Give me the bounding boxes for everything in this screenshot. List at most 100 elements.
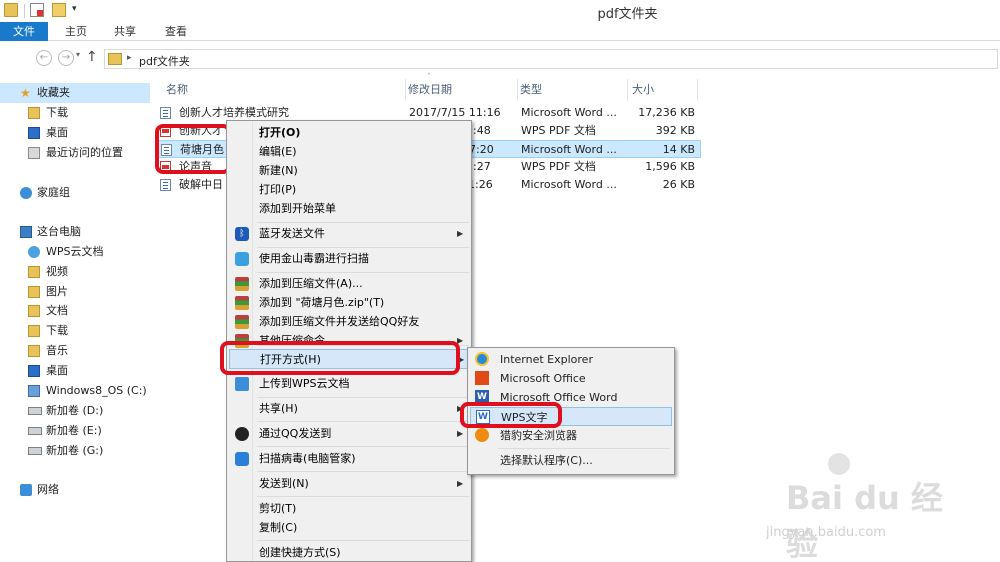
- file-size: 17,236 KB: [638, 106, 695, 119]
- title-bar: ▾ pdf文件夹: [0, 0, 1000, 22]
- tab-file[interactable]: 文件: [0, 22, 48, 41]
- menu-item-bluetooth[interactable]: ᛒ 蓝牙发送文件 ▶: [229, 224, 469, 244]
- internet-explorer-icon: [475, 352, 489, 366]
- menu-item-create-shortcut[interactable]: 创建快捷方式(S): [229, 543, 469, 562]
- nav-item-drive-g[interactable]: 新加卷 (G:): [0, 441, 150, 461]
- menu-item-zip-qq[interactable]: 添加到压缩文件并发送给QQ好友: [229, 312, 469, 332]
- archive-icon: [235, 315, 249, 329]
- nav-item-videos[interactable]: 视频: [0, 262, 150, 282]
- menu-divider: [257, 446, 469, 447]
- drive-icon: [28, 427, 42, 435]
- menu-item-add-zip[interactable]: 添加到 "荷塘月色.zip"(T): [229, 293, 469, 313]
- nav-item-downloads-pc[interactable]: 下载: [0, 321, 150, 341]
- file-date: :27: [473, 160, 491, 173]
- nav-item-music[interactable]: 音乐: [0, 341, 150, 361]
- shield-icon: [235, 452, 249, 466]
- file-size: 1,596 KB: [645, 160, 695, 173]
- nav-item-drive-e[interactable]: 新加卷 (E:): [0, 421, 150, 441]
- documents-folder-icon: [28, 305, 40, 317]
- menu-divider: [498, 448, 670, 449]
- drive-icon: [28, 407, 42, 415]
- ribbon: 文件 主页 共享 查看: [0, 22, 1000, 41]
- file-type: Microsoft Word ...: [521, 178, 617, 191]
- menu-item-open[interactable]: 打开(O): [229, 123, 469, 143]
- submenu-item-choose-default[interactable]: 选择默认程序(C)...: [470, 451, 672, 470]
- network-icon: [20, 484, 32, 496]
- forward-button[interactable]: →: [58, 50, 74, 66]
- menu-item-cut[interactable]: 剪切(T): [229, 499, 469, 519]
- menu-item-print[interactable]: 打印(P): [229, 180, 469, 200]
- baidu-paw-icon: [828, 453, 850, 475]
- column-header-date[interactable]: 修改日期: [408, 79, 518, 101]
- archive-icon: [235, 296, 249, 310]
- archive-icon: [235, 277, 249, 291]
- menu-item-edit[interactable]: 编辑(E): [229, 142, 469, 162]
- nav-item-desktop-pc[interactable]: 桌面: [0, 361, 150, 381]
- menu-divider: [257, 272, 469, 273]
- computer-icon: [20, 226, 32, 238]
- menu-item-send-to[interactable]: 发送到(N) ▶: [229, 474, 469, 494]
- up-button[interactable]: ↑: [86, 49, 98, 65]
- nav-item-desktop[interactable]: 桌面: [0, 123, 150, 143]
- tab-share[interactable]: 共享: [104, 22, 146, 41]
- pictures-folder-icon: [28, 286, 40, 298]
- nav-item-favorites[interactable]: ★ 收藏夹: [0, 83, 150, 103]
- nav-item-recent[interactable]: 最近访问的位置: [0, 143, 150, 163]
- submenu-item-office[interactable]: Microsoft Office: [470, 369, 672, 388]
- menu-divider: [257, 222, 469, 223]
- menu-item-share[interactable]: 共享(H) ▶: [229, 399, 469, 419]
- back-button[interactable]: ←: [36, 50, 52, 66]
- nav-item-pictures[interactable]: 图片: [0, 282, 150, 302]
- menu-divider: [257, 247, 469, 248]
- column-header-name[interactable]: 名称: [166, 79, 406, 101]
- nav-item-this-pc[interactable]: 这台电脑: [0, 222, 150, 242]
- file-type: Microsoft Word ...: [521, 143, 617, 156]
- watermark: Bai du 经验 jingyan.baidu.com: [758, 453, 968, 562]
- word-doc-icon: [160, 107, 171, 119]
- nav-item-drive-d[interactable]: 新加卷 (D:): [0, 401, 150, 421]
- menu-divider: [257, 540, 469, 541]
- menu-item-copy[interactable]: 复制(C): [229, 518, 469, 538]
- file-type: WPS PDF 文档: [521, 124, 596, 137]
- file-date: 7:20: [469, 143, 494, 156]
- menu-divider: [257, 471, 469, 472]
- menu-item-new[interactable]: 新建(N): [229, 161, 469, 181]
- window-title: pdf文件夹: [597, 7, 658, 22]
- menu-item-upload-wps[interactable]: 上传到WPS云文档: [229, 374, 469, 394]
- column-header-size[interactable]: 大小: [630, 79, 698, 101]
- file-type: WPS PDF 文档: [521, 160, 596, 173]
- nav-item-wps-cloud[interactable]: WPS云文档: [0, 242, 150, 262]
- videos-folder-icon: [28, 266, 40, 278]
- column-header-type[interactable]: 类型: [520, 79, 628, 101]
- recent-places-icon: [28, 147, 40, 159]
- menu-item-send-qq[interactable]: 通过QQ发送到 ▶: [229, 424, 469, 444]
- qq-icon: [235, 427, 249, 441]
- submenu-arrow-icon: ▶: [457, 229, 464, 238]
- downloads-folder-icon: [28, 107, 40, 119]
- menu-item-pin-start[interactable]: 添加到开始菜单: [229, 199, 469, 219]
- drive-icon: [28, 447, 42, 455]
- nav-item-homegroup[interactable]: 家庭组: [0, 183, 150, 203]
- submenu-item-leopard-browser[interactable]: 猎豹安全浏览器: [470, 426, 672, 445]
- menu-item-scan-virus[interactable]: 扫描病毒(电脑管家): [229, 449, 469, 469]
- breadcrumb[interactable]: pdf文件夹: [139, 53, 190, 69]
- homegroup-icon: [20, 187, 32, 199]
- menu-item-kingsoft-scan[interactable]: 使用金山毒霸进行扫描: [229, 249, 469, 269]
- file-size: 14 KB: [662, 143, 695, 156]
- annotation-highlight-open-with: [220, 341, 460, 375]
- tab-home[interactable]: 主页: [55, 22, 97, 41]
- address-field[interactable]: ▸ pdf文件夹: [104, 49, 998, 69]
- downloads-folder-icon: [28, 325, 40, 337]
- breadcrumb-chevron-icon[interactable]: ▸: [127, 53, 132, 63]
- menu-item-add-archive[interactable]: 添加到压缩文件(A)...: [229, 274, 469, 294]
- recent-locations-chevron-icon[interactable]: ▾: [76, 50, 80, 59]
- submenu-arrow-icon: ▶: [457, 429, 464, 438]
- watermark-brand: Bai du 经验: [786, 479, 943, 562]
- nav-item-downloads[interactable]: 下载: [0, 103, 150, 123]
- nav-item-network[interactable]: 网络: [0, 480, 150, 500]
- nav-item-drive-c[interactable]: Windows8_OS (C:): [0, 381, 150, 401]
- nav-item-documents[interactable]: 文档: [0, 301, 150, 321]
- bluetooth-icon: ᛒ: [235, 227, 249, 241]
- submenu-item-ie[interactable]: Internet Explorer: [470, 350, 672, 369]
- tab-view[interactable]: 查看: [155, 22, 197, 41]
